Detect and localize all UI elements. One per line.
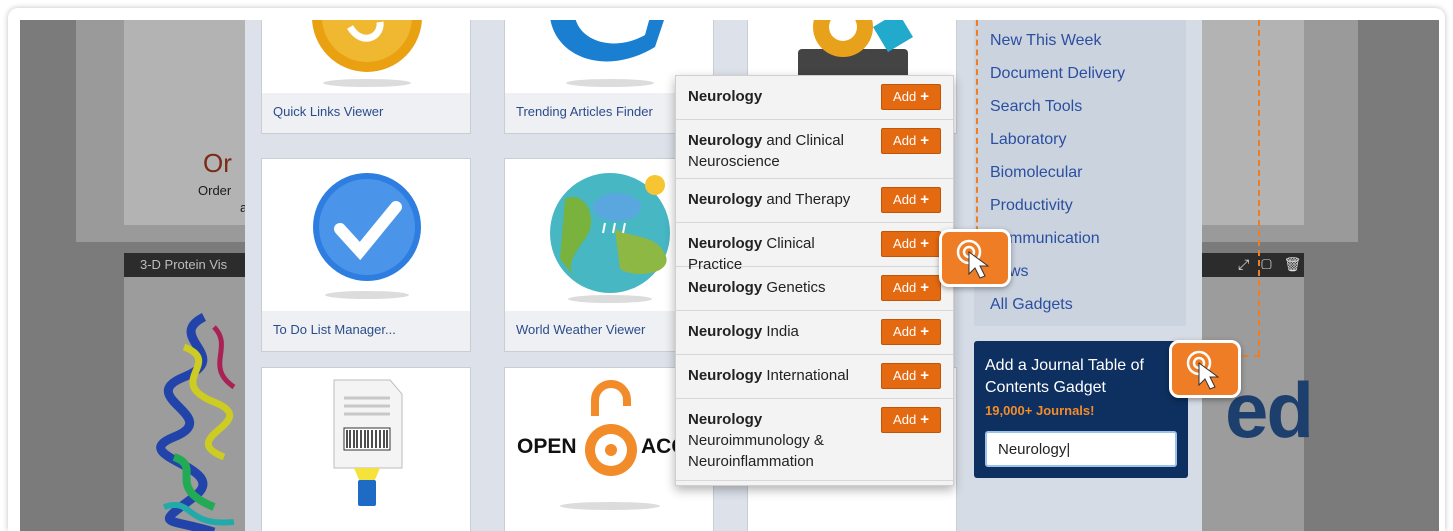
journal-suggestion[interactable]: Neurology and Therapy Add +	[676, 179, 953, 223]
category-biomolecular[interactable]: Biomolecular	[990, 164, 1082, 182]
background-panel-title: 3-D Protein Vis	[140, 257, 228, 272]
journal-suggestion-name: Neurology Neuroimmunology & Neuroinflamm…	[688, 411, 824, 470]
journal-suggestion[interactable]: Neurology Add +	[676, 76, 953, 120]
journal-toc-box: Add a Journal Table of Contents Gadget 1…	[974, 341, 1188, 478]
add-journal-button[interactable]: Add +	[881, 319, 941, 345]
gadget-art	[262, 368, 470, 518]
category-search-tools[interactable]: Search Tools	[990, 98, 1082, 116]
gadget-tile-quick-links[interactable]: Quick Links Viewer	[261, 20, 471, 134]
page-viewport: Or Order a 3-D Protein Vis ed ⤢ ▢ 🗑 Quic…	[20, 20, 1439, 531]
add-journal-button[interactable]: Add +	[881, 187, 941, 213]
journal-search-input[interactable]	[985, 431, 1177, 467]
journal-suggestion[interactable]: Neurology India Add +	[676, 311, 953, 355]
category-new-this-week[interactable]: New This Week	[990, 32, 1101, 50]
journal-suggestion-name: Neurology	[688, 88, 763, 105]
journal-toc-title: Add a Journal Table of Contents Gadget	[985, 357, 1144, 396]
journal-autocomplete-dropdown: Neurology Add + Neurology and Clinical Ne…	[675, 75, 954, 486]
screenshot-frame: Or Order a 3-D Protein Vis ed ⤢ ▢ 🗑 Quic…	[8, 8, 1445, 531]
gadget-art	[262, 20, 470, 95]
journal-suggestion-name: Neurology International	[688, 367, 849, 384]
category-document-delivery[interactable]: Document Delivery	[990, 65, 1125, 83]
add-journal-button[interactable]: Add +	[881, 128, 941, 154]
add-journal-button[interactable]: Add +	[881, 231, 941, 257]
gadget-art	[262, 159, 470, 311]
background-order-title: Or	[203, 148, 232, 178]
gadget-tile-todo-list[interactable]: To Do List Manager...	[261, 158, 471, 352]
journal-suggestion[interactable]: Neurology Clinical Practice Add +	[676, 223, 953, 273]
journal-suggestion[interactable]: Neurology Neuroimmunology & Neuroinflamm…	[676, 399, 953, 481]
pointer-click-icon	[956, 239, 990, 279]
category-all-gadgets[interactable]: All Gadgets	[990, 296, 1073, 314]
category-laboratory[interactable]: Laboratory	[990, 131, 1067, 149]
journal-suggestion[interactable]: Neurology and Clinical Neuroscience Add +	[676, 120, 953, 179]
pointer-click-icon	[1186, 350, 1220, 390]
add-journal-button[interactable]: Add +	[881, 275, 941, 301]
click-cursor-annotation	[1169, 340, 1241, 398]
checkmark-icon	[313, 173, 421, 299]
background-panel-tools: ⤢ ▢ 🗑	[1238, 256, 1306, 272]
journal-suggestion-name: Neurology and Therapy	[688, 191, 851, 208]
gadget-caption[interactable]: To Do List Manager...	[262, 311, 470, 351]
category-communication[interactable]: mmunication	[1009, 230, 1100, 248]
gadget-tile-barcode-scanner[interactable]	[261, 367, 471, 531]
click-cursor-annotation	[939, 229, 1011, 287]
add-journal-button[interactable]: Add +	[881, 363, 941, 389]
annotation-dashed-line	[1258, 20, 1260, 356]
journal-count: 19,000+ Journals!	[985, 403, 1095, 418]
category-productivity[interactable]: Productivity	[990, 197, 1073, 215]
annotation-dashed-line	[976, 20, 978, 242]
journal-suggestion-name: Neurology India	[688, 323, 799, 340]
open-access-text-left: OPEN	[517, 435, 577, 458]
quick-links-icon	[312, 20, 422, 87]
background-order-text: Order	[198, 183, 232, 198]
add-journal-button[interactable]: Add +	[881, 407, 941, 433]
journal-suggestion-name: Neurology and Clinical Neuroscience	[688, 132, 844, 170]
barcode-scanner-icon	[333, 379, 403, 506]
journal-suggestion-name: Neurology Genetics	[688, 279, 826, 296]
gadget-caption[interactable]: Quick Links Viewer	[262, 93, 470, 133]
journal-suggestion[interactable]: Neurology International Add +	[676, 355, 953, 399]
category-news[interactable]: ws	[1009, 263, 1029, 281]
journal-suggestion[interactable]: Neurology Genetics Add +	[676, 267, 953, 311]
add-journal-button[interactable]: Add +	[881, 84, 941, 110]
